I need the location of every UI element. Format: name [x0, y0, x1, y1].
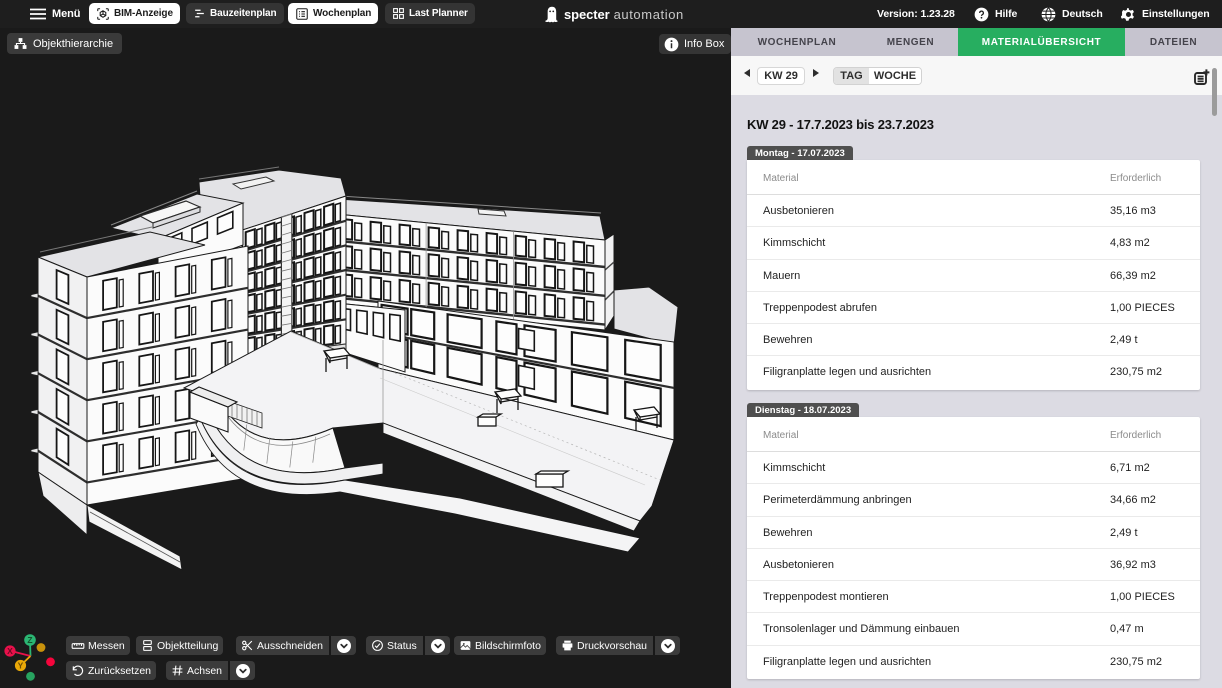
svg-text:X: X — [7, 646, 13, 656]
svg-text:Y: Y — [18, 661, 24, 671]
svg-text:Z: Z — [27, 635, 32, 645]
